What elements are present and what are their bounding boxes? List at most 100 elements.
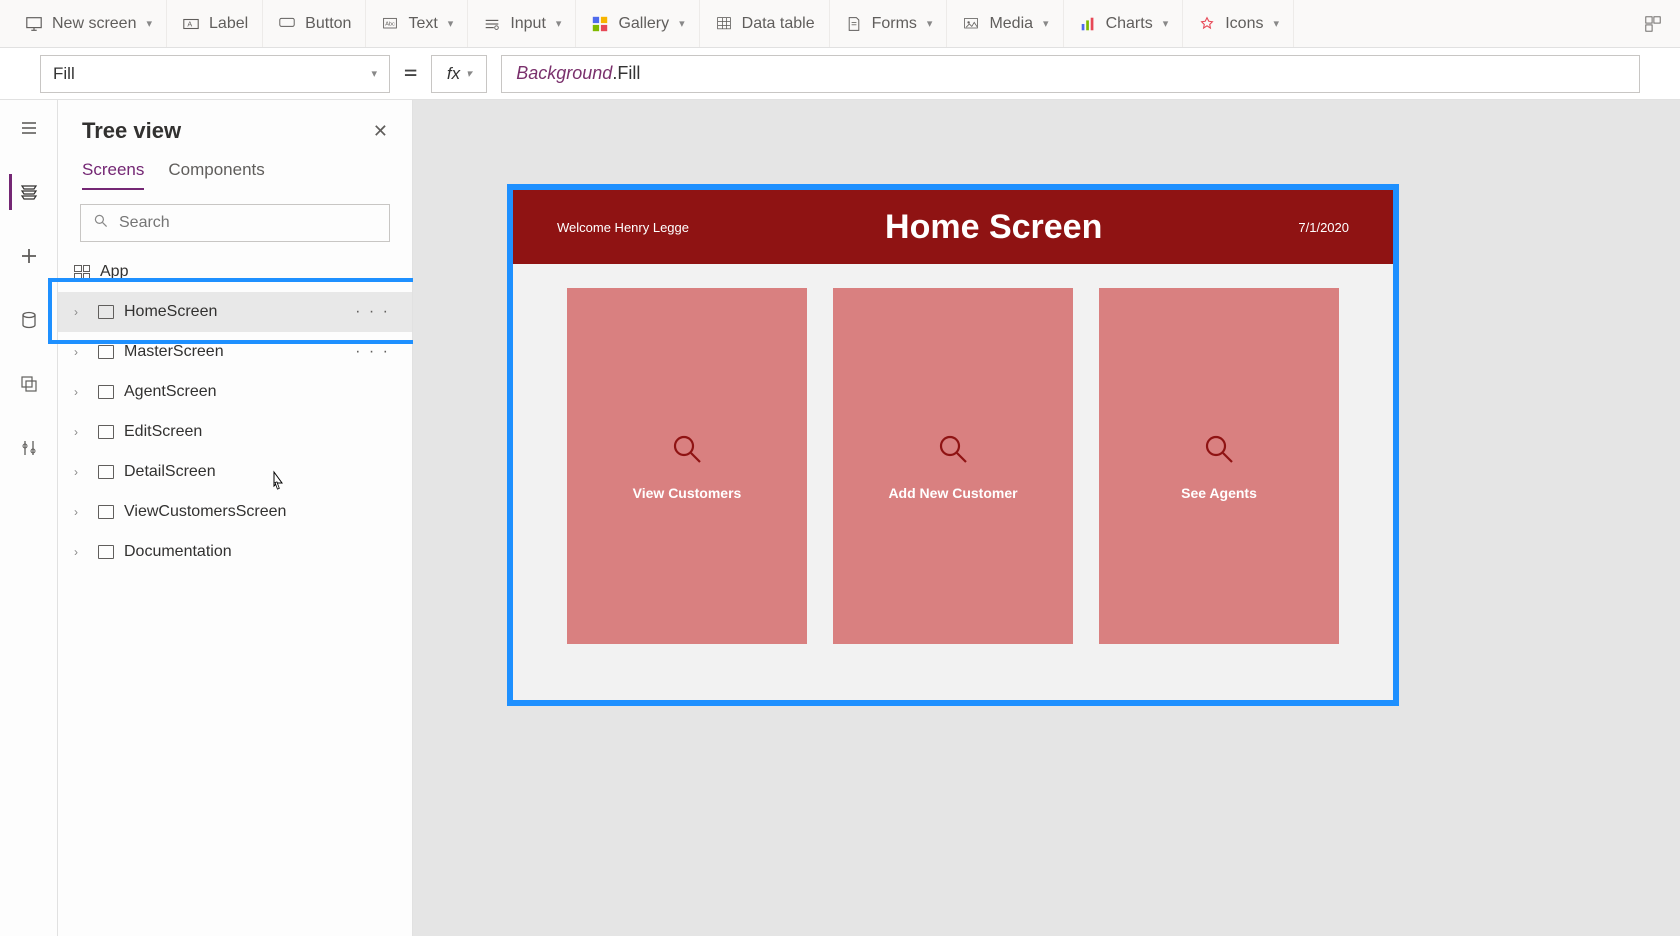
tree-view-rail-button[interactable]: [9, 174, 45, 210]
tree-item-agentscreen[interactable]: › AgentScreen: [58, 372, 412, 412]
screen-frame[interactable]: Welcome Henry Legge Home Screen 7/1/2020…: [513, 190, 1393, 700]
screen-icon: [98, 305, 114, 319]
tools-rail-button[interactable]: [11, 430, 47, 466]
close-icon[interactable]: ✕: [373, 121, 388, 142]
charts-button[interactable]: Charts ▾: [1064, 0, 1184, 47]
icons-button[interactable]: Icons ▾: [1183, 0, 1294, 47]
chevron-down-icon: ▾: [1163, 17, 1169, 30]
tree-list: App › HomeScreen · · · › MasterScreen · · · › Ag…: [58, 252, 412, 936]
tree-search[interactable]: [80, 204, 390, 242]
icons-label: Icons: [1225, 15, 1263, 33]
screen-icon: [98, 425, 114, 439]
nav-card[interactable]: See Agents: [1099, 288, 1339, 644]
chevron-down-icon: ▾: [1043, 17, 1049, 30]
card-label: See Agents: [1181, 485, 1257, 501]
tree-item-viewcustomersscreen[interactable]: ›ViewCustomersScreen: [58, 492, 412, 532]
tree-item-label: MasterScreen: [124, 343, 224, 361]
app-icon: [74, 265, 90, 279]
welcome-label: Welcome Henry Legge: [557, 220, 689, 235]
data-table-button[interactable]: Data table: [700, 0, 830, 47]
gallery-icon: [590, 14, 610, 34]
label-text: Label: [209, 15, 248, 33]
charts-icon: [1078, 14, 1098, 34]
forms-button[interactable]: Forms ▾: [830, 0, 948, 47]
fx-label: fx: [447, 64, 460, 84]
new-screen-label: New screen: [52, 15, 136, 33]
property-selector[interactable]: Fill ▾: [40, 55, 390, 93]
tree-item-label: HomeScreen: [124, 303, 217, 321]
label-button[interactable]: A Label: [167, 0, 263, 47]
chevron-right-icon: ›: [74, 345, 88, 359]
formula-suffix: .Fill: [612, 63, 640, 84]
button-icon: [277, 14, 297, 34]
media-button[interactable]: Media ▾: [947, 0, 1063, 47]
more-icon[interactable]: · · ·: [355, 303, 390, 321]
fx-button[interactable]: fx ▾: [431, 55, 487, 93]
insert-rail-button[interactable]: [11, 238, 47, 274]
text-label: Text: [408, 15, 437, 33]
tree-item-label: EditScreen: [124, 423, 202, 441]
chevron-right-icon: ›: [74, 505, 88, 519]
card-row: View CustomersAdd New Customer See Agents: [513, 264, 1393, 668]
chevron-right-icon: ›: [74, 545, 88, 559]
input-icon: [482, 14, 502, 34]
insert-ribbon: New screen ▾ A Label Button Abc Text ▾ I…: [0, 0, 1680, 48]
tree-item-detailscreen[interactable]: › DetailScreen: [58, 452, 412, 492]
tree-item-app[interactable]: App: [58, 252, 412, 292]
screen-date: 7/1/2020: [1298, 220, 1349, 235]
search-icon: [936, 432, 970, 471]
formula-bar: Fill ▾ = fx ▾ Background.Fill: [0, 48, 1680, 100]
tree-item-documentation[interactable]: › Documentation: [58, 532, 412, 572]
hamburger-icon[interactable]: [11, 110, 47, 146]
button-button[interactable]: Button: [263, 0, 366, 47]
label-icon: A: [181, 14, 201, 34]
tree-item-editscreen[interactable]: › EditScreen: [58, 412, 412, 452]
data-rail-button[interactable]: [11, 302, 47, 338]
canvas[interactable]: Welcome Henry Legge Home Screen 7/1/2020…: [413, 100, 1680, 936]
formula-reference: Background: [516, 63, 612, 84]
tree-item-label: AgentScreen: [124, 383, 217, 401]
tree-item-label: DetailScreen: [124, 463, 216, 481]
search-icon: [93, 213, 109, 234]
forms-label: Forms: [872, 15, 917, 33]
svg-text:Abc: Abc: [386, 21, 396, 27]
property-name: Fill: [53, 64, 75, 84]
tab-screens[interactable]: Screens: [82, 160, 144, 190]
nav-card[interactable]: View Customers: [567, 288, 807, 644]
gallery-button[interactable]: Gallery ▾: [576, 0, 699, 47]
gallery-label: Gallery: [618, 15, 669, 33]
media-rail-button[interactable]: [11, 366, 47, 402]
chevron-down-icon: ▾: [466, 67, 472, 80]
search-icon: [1202, 432, 1236, 471]
equals-sign: =: [404, 61, 417, 86]
input-label: Input: [510, 15, 546, 33]
chevron-right-icon: ›: [74, 465, 88, 479]
data-table-icon: [714, 14, 734, 34]
screen-icon: [98, 465, 114, 479]
charts-label: Charts: [1106, 15, 1153, 33]
screen-icon: [98, 385, 114, 399]
formula-input[interactable]: Background.Fill: [501, 55, 1640, 93]
input-button[interactable]: Input ▾: [468, 0, 576, 47]
tab-components[interactable]: Components: [168, 160, 264, 190]
chevron-right-icon: ›: [74, 385, 88, 399]
forms-icon: [844, 14, 864, 34]
data-table-label: Data table: [742, 15, 815, 33]
tree-item-label: Documentation: [124, 543, 232, 561]
chevron-right-icon: ›: [74, 425, 88, 439]
chevron-down-icon: ▾: [448, 17, 454, 30]
chevron-down-icon: ▾: [556, 17, 562, 30]
more-icon[interactable]: · · ·: [355, 343, 390, 361]
chevron-right-icon: ›: [74, 305, 88, 319]
new-screen-button[interactable]: New screen ▾: [10, 0, 167, 47]
tree-item-masterscreen[interactable]: › MasterScreen · · ·: [58, 332, 412, 372]
screen-header: Welcome Henry Legge Home Screen 7/1/2020: [513, 190, 1393, 264]
nav-card[interactable]: Add New Customer: [833, 288, 1073, 644]
chevron-down-icon: ▾: [146, 17, 152, 30]
tree-item-label: App: [100, 263, 128, 281]
tree-item-homescreen[interactable]: › HomeScreen · · ·: [58, 292, 412, 332]
ribbon-overflow[interactable]: [1636, 0, 1670, 47]
search-icon: [670, 432, 704, 471]
search-input[interactable]: [119, 214, 377, 232]
text-button[interactable]: Abc Text ▾: [366, 0, 468, 47]
